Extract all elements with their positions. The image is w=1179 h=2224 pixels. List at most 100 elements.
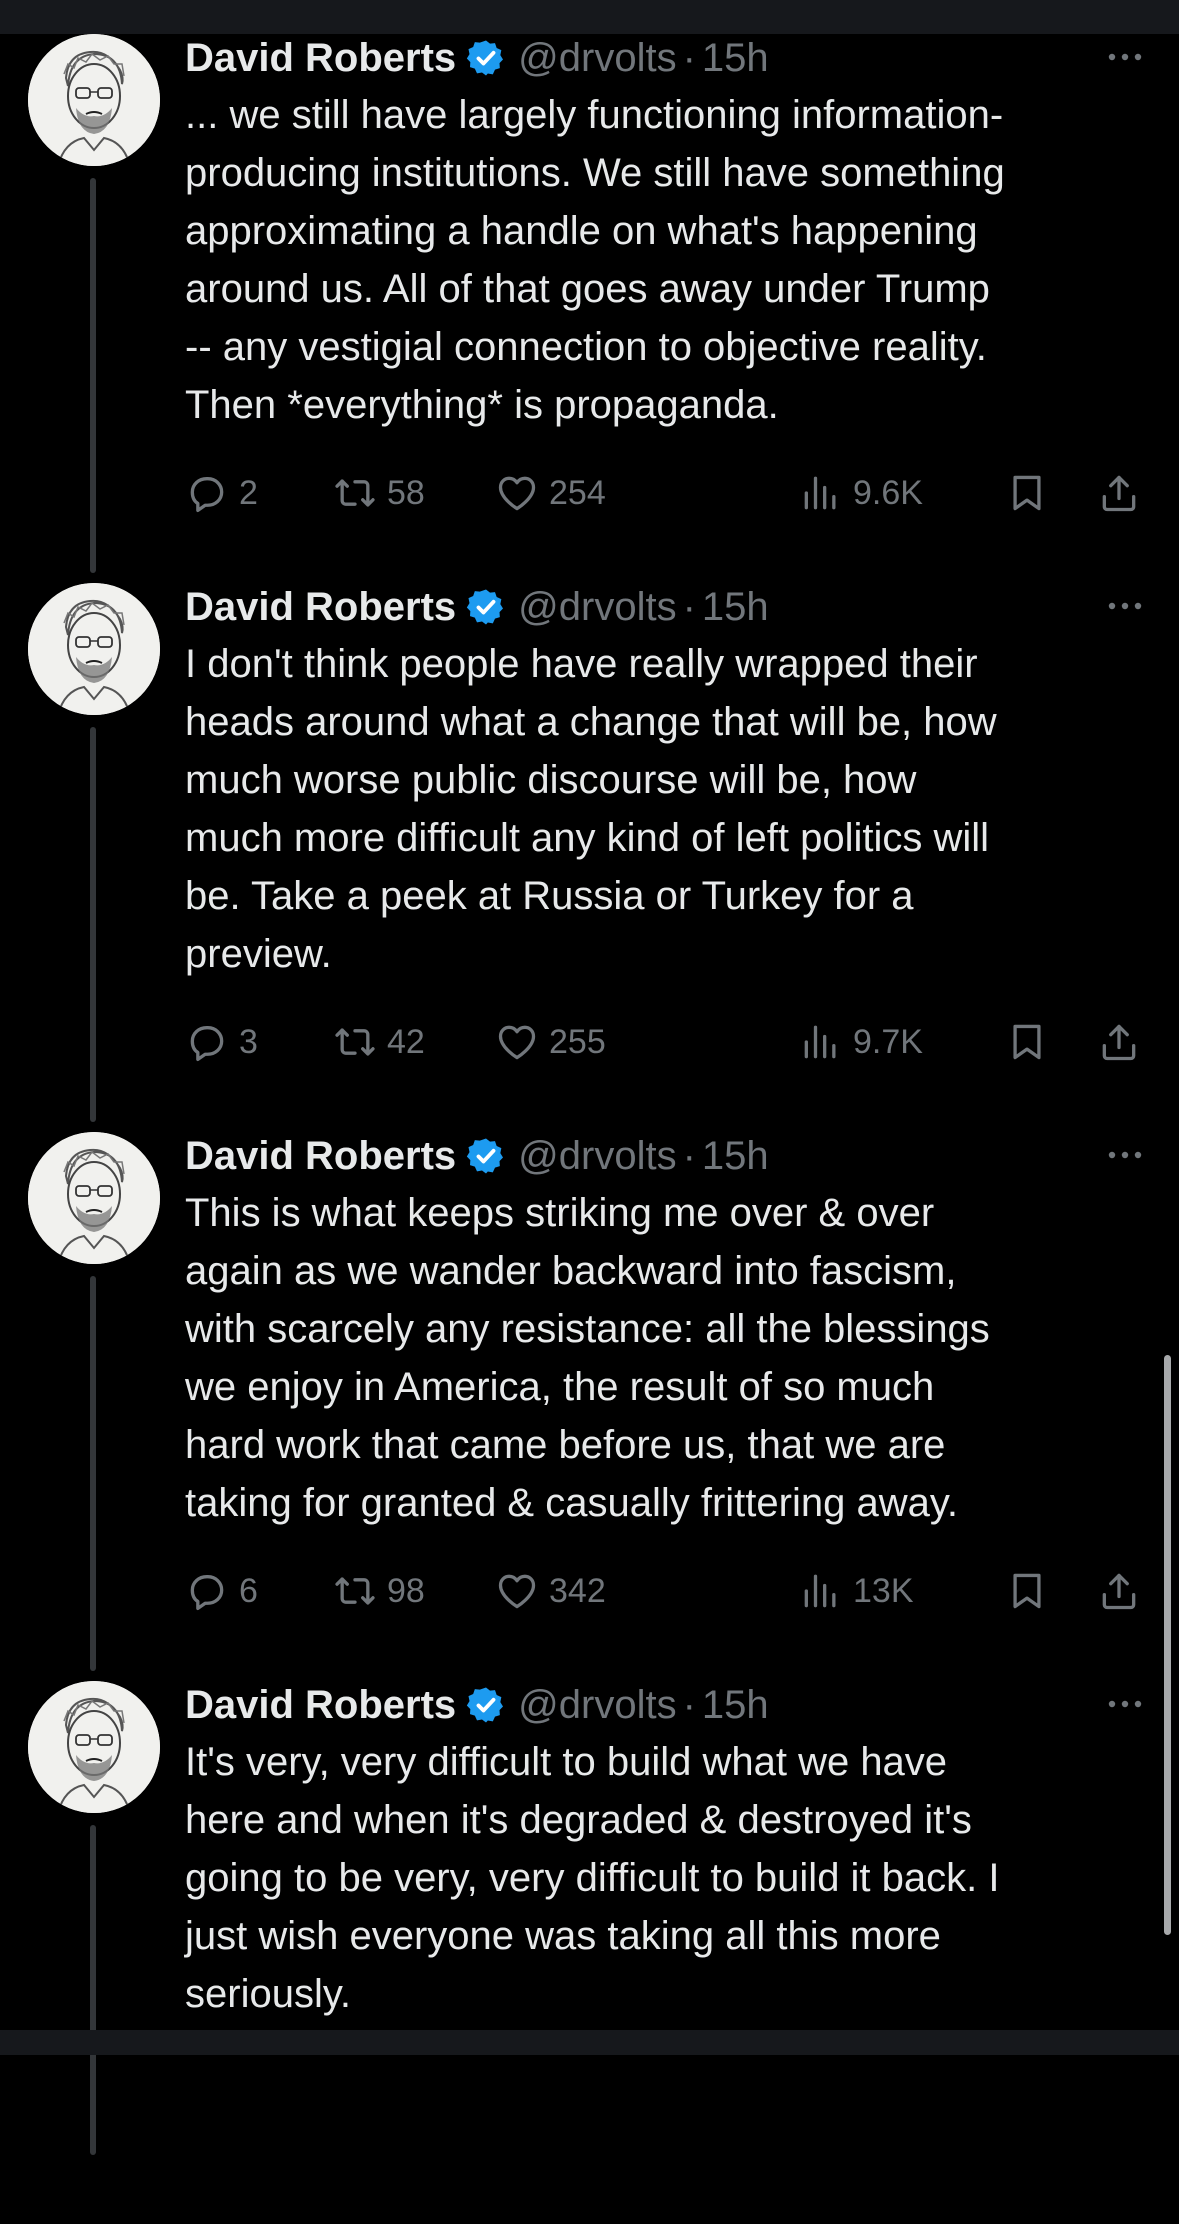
- avatar-sketch-icon: [28, 1681, 160, 1813]
- more-options-icon[interactable]: [1103, 1689, 1147, 1719]
- author-handle[interactable]: @drvolts: [518, 1134, 676, 1179]
- more-options-icon[interactable]: [1103, 591, 1147, 621]
- header-separator: ·: [682, 35, 696, 80]
- repost-button[interactable]: 58: [333, 465, 425, 521]
- like-icon: [498, 476, 536, 511]
- repost-button[interactable]: 98: [333, 1563, 425, 1619]
- author-name[interactable]: David Roberts: [185, 36, 456, 81]
- like-count: 254: [549, 473, 606, 512]
- bookmark-button[interactable]: [1005, 465, 1049, 521]
- tweet[interactable]: David Roberts @drvolts · 15h This is wha…: [0, 1126, 1179, 1675]
- reply-count: 2: [239, 473, 258, 512]
- verified-badge-icon: [466, 38, 506, 78]
- like-button[interactable]: 342: [495, 1563, 606, 1619]
- tweet[interactable]: David Roberts @drvolts · 15h I don't thi…: [0, 577, 1179, 1126]
- tweet-timestamp[interactable]: 15h: [702, 585, 769, 630]
- tweet-text-line: be. Take a peek at Russia or Turkey for …: [185, 874, 914, 918]
- tweet-text-line: ... we still have largely functioning in…: [185, 93, 1004, 137]
- thread-connector-line: [90, 178, 96, 573]
- repost-count: 58: [387, 473, 425, 512]
- tweet-actions: 2 58 254 9.6K: [185, 465, 1145, 521]
- header-separator: ·: [682, 1682, 696, 1727]
- tweet-header: David Roberts @drvolts · 15h: [185, 1675, 769, 1735]
- repost-icon: [335, 1577, 375, 1605]
- bookmark-icon: [1013, 1024, 1041, 1060]
- bookmark-icon: [1013, 1573, 1041, 1609]
- like-icon: [498, 1574, 536, 1609]
- views-icon: [804, 476, 836, 510]
- reply-icon: [190, 1575, 224, 1611]
- verified-badge-icon: [466, 587, 506, 627]
- repost-count: 98: [387, 1571, 425, 1610]
- tweet-text-line: again as we wander backward into fascism…: [185, 1249, 957, 1293]
- reply-button[interactable]: 3: [185, 1014, 258, 1070]
- avatar-sketch-icon: [28, 583, 160, 715]
- tweet-timestamp[interactable]: 15h: [702, 1683, 769, 1728]
- views-button[interactable]: 13K: [799, 1563, 914, 1619]
- tweet-header: David Roberts @drvolts · 15h: [185, 1126, 769, 1186]
- tweet-text-line: we enjoy in America, the result of so mu…: [185, 1365, 935, 1409]
- share-button[interactable]: [1097, 1563, 1141, 1619]
- bottom-bar-area: [0, 2030, 1179, 2055]
- tweet-text-line: seriously.: [185, 1972, 351, 2016]
- share-button[interactable]: [1097, 1014, 1141, 1070]
- repost-icon: [335, 479, 375, 507]
- reply-button[interactable]: 2: [185, 465, 258, 521]
- views-button[interactable]: 9.6K: [799, 465, 923, 521]
- verified-badge-icon: [466, 1685, 506, 1725]
- like-button[interactable]: 254: [495, 465, 606, 521]
- thread-connector-line: [90, 1276, 96, 1671]
- more-options-icon[interactable]: [1103, 1140, 1147, 1170]
- tweet-text-line: producing institutions. We still have so…: [185, 151, 1005, 195]
- tweet-text-line: much worse public discourse will be, how: [185, 758, 917, 802]
- tweet-text: This is what keeps striking me over & ov…: [185, 1184, 1145, 1532]
- tweet-text-line: This is what keeps striking me over & ov…: [185, 1191, 935, 1235]
- tweet-text-line: here and when it's degraded & destroyed …: [185, 1798, 972, 1842]
- like-count: 342: [549, 1571, 606, 1610]
- scrollbar[interactable]: [1164, 1355, 1171, 1935]
- tweet[interactable]: David Roberts @drvolts · 15h It's very, …: [0, 1675, 1179, 2224]
- views-button[interactable]: 9.7K: [799, 1014, 923, 1070]
- share-button[interactable]: [1097, 465, 1141, 521]
- tweet-header: David Roberts @drvolts · 15h: [185, 577, 769, 637]
- avatar[interactable]: [28, 34, 160, 166]
- share-icon: [1102, 1024, 1136, 1061]
- reply-button[interactable]: 6: [185, 1563, 258, 1619]
- tweet-text-line: approximating a handle on what's happeni…: [185, 209, 978, 253]
- header-separator: ·: [682, 1133, 696, 1178]
- author-name[interactable]: David Roberts: [185, 1134, 456, 1179]
- avatar[interactable]: [28, 1681, 160, 1813]
- avatar[interactable]: [28, 583, 160, 715]
- tweet-text: It's very, very difficult to build what …: [185, 1733, 1145, 2023]
- tweet-actions: 6 98 342 13K: [185, 1563, 1145, 1619]
- tweet-text-line: I don't think people have really wrapped…: [185, 642, 978, 686]
- views-icon: [804, 1574, 836, 1608]
- avatar-sketch-icon: [28, 1132, 160, 1264]
- tweet-header: David Roberts @drvolts · 15h: [185, 28, 769, 88]
- tweet-timestamp[interactable]: 15h: [702, 1134, 769, 1179]
- author-handle[interactable]: @drvolts: [518, 1683, 676, 1728]
- author-handle[interactable]: @drvolts: [518, 36, 676, 81]
- thread-connector-line: [90, 727, 96, 1122]
- tweet-text-line: around us. All of that goes away under T…: [185, 267, 990, 311]
- bookmark-button[interactable]: [1005, 1563, 1049, 1619]
- repost-button[interactable]: 42: [333, 1014, 425, 1070]
- tweet-timestamp[interactable]: 15h: [702, 36, 769, 81]
- like-count: 255: [549, 1022, 606, 1061]
- avatar[interactable]: [28, 1132, 160, 1264]
- tweet-text-line: taking for granted & casually frittering…: [185, 1481, 958, 1525]
- bookmark-button[interactable]: [1005, 1014, 1049, 1070]
- bookmark-icon: [1013, 475, 1041, 511]
- author-handle[interactable]: @drvolts: [518, 585, 676, 630]
- author-name[interactable]: David Roberts: [185, 585, 456, 630]
- tweet-actions: 3 42 255 9.7K: [185, 1014, 1145, 1070]
- share-icon: [1102, 1573, 1136, 1610]
- reply-count: 3: [239, 1022, 258, 1061]
- like-button[interactable]: 255: [495, 1014, 606, 1070]
- author-name[interactable]: David Roberts: [185, 1683, 456, 1728]
- tweet[interactable]: David Roberts @drvolts · 15h ... we stil…: [0, 28, 1179, 577]
- reply-icon: [190, 477, 224, 513]
- more-options-icon[interactable]: [1103, 42, 1147, 72]
- reply-icon: [190, 1026, 224, 1062]
- thread-connector-line: [90, 1825, 96, 2155]
